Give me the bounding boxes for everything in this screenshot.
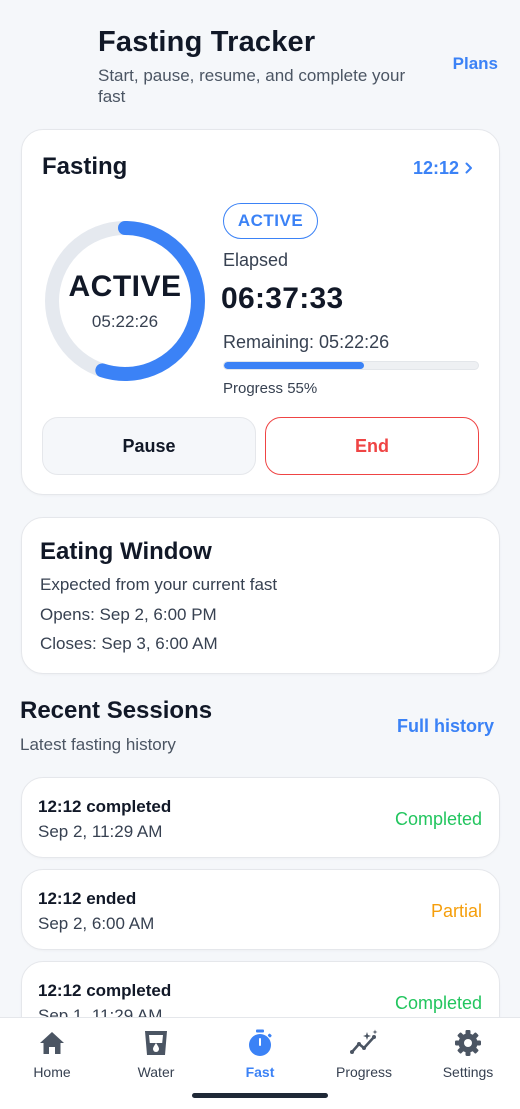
session-status: Partial [430, 901, 482, 921]
fasting-card: Fasting 12:12 ACTIVE 05:22:26 ACTIVE Ela… [21, 129, 500, 495]
tab-label: Fast [245, 1064, 275, 1080]
session-name: 12:12 completed [38, 797, 172, 816]
elapsed-label: Elapsed [223, 250, 289, 270]
elapsed-time: 06:37:33 [221, 282, 344, 315]
session-status: Completed [394, 809, 482, 829]
chevron-right-icon [465, 161, 473, 177]
session-name: 12:12 ended [38, 889, 137, 908]
eating-window-card: Eating Window Expected from your current… [21, 517, 500, 674]
tab-progress[interactable]: Progress [312, 1028, 416, 1080]
session-status: Completed [394, 993, 482, 1013]
tab-home[interactable]: Home [0, 1028, 104, 1080]
tab-label: Water [137, 1064, 175, 1080]
tab-label: Home [33, 1064, 71, 1080]
recent-sessions-title: Recent Sessions [20, 697, 213, 724]
water-glass-icon [145, 1031, 167, 1055]
plan-label: 12:12 [412, 158, 459, 178]
plan-selector[interactable]: 12:12 [413, 158, 473, 179]
tab-settings[interactable]: Settings [416, 1028, 520, 1080]
full-history-link[interactable]: Full history [397, 716, 494, 737]
progress-bar [223, 361, 479, 370]
session-name: 12:12 completed [38, 981, 172, 1000]
end-button[interactable]: End [265, 417, 479, 475]
session-item[interactable]: 12:12 ended Sep 2, 6:00 AM Partial [21, 869, 500, 950]
eating-window-opens: Opens: Sep 2, 6:00 PM [40, 605, 217, 624]
page-title: Fasting Tracker [98, 26, 316, 58]
tab-water[interactable]: Water [104, 1028, 208, 1080]
eating-window-title: Eating Window [40, 538, 212, 565]
recent-sessions-subtitle: Latest fasting history [20, 735, 176, 754]
tab-label: Settings [442, 1064, 494, 1080]
remaining-time: Remaining: 05:22:26 [223, 332, 390, 352]
page-subtitle: Start, pause, resume, and complete your … [98, 66, 406, 106]
progress-bar-fill [224, 362, 364, 369]
eating-window-closes: Closes: Sep 3, 6:00 AM [40, 634, 218, 653]
tab-fast[interactable]: Fast [208, 1028, 312, 1080]
eating-window-description: Expected from your current fast [40, 575, 278, 594]
progress-ring: ACTIVE 05:22:26 [42, 218, 208, 384]
tab-label: Progress [335, 1064, 393, 1080]
status-badge: ACTIVE [223, 203, 318, 239]
progress-label: Progress 55% [223, 380, 318, 397]
gear-icon [455, 1030, 481, 1056]
fasting-card-title: Fasting [42, 153, 128, 180]
session-item[interactable]: 12:12 completed Sep 2, 11:29 AM Complete… [21, 777, 500, 858]
plans-link[interactable]: Plans [453, 54, 498, 74]
session-date: Sep 2, 11:29 AM [38, 822, 163, 841]
home-icon [40, 1032, 64, 1054]
ring-remaining-time: 05:22:26 [91, 312, 159, 331]
ring-status-label: ACTIVE [68, 270, 182, 303]
home-indicator [192, 1093, 328, 1098]
timer-icon [249, 1029, 272, 1056]
pause-button[interactable]: Pause [42, 417, 256, 475]
session-date: Sep 2, 6:00 AM [38, 914, 155, 933]
trend-sparkle-icon [350, 1029, 378, 1054]
